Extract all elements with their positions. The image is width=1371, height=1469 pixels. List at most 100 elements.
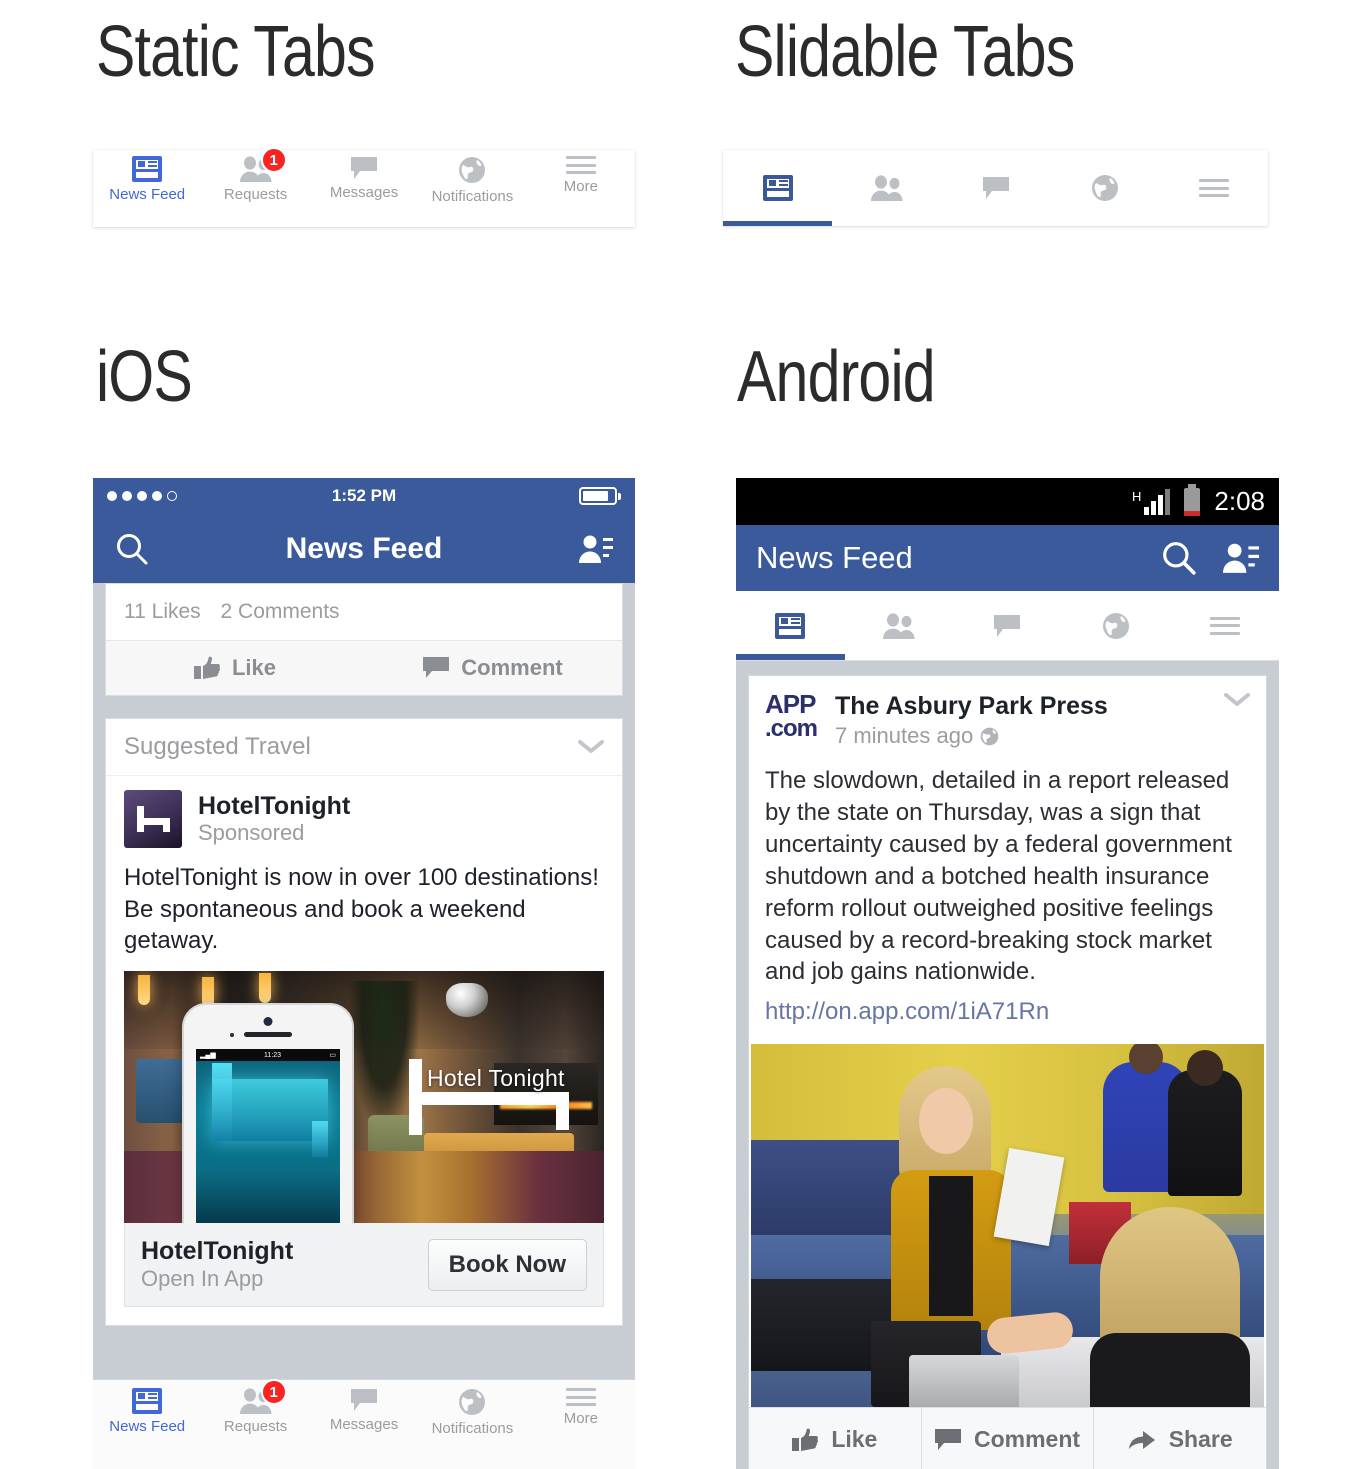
tab-requests[interactable]: 1 Requests — [201, 1379, 309, 1435]
logo-line-2: .com — [765, 715, 818, 742]
signal-strength-icon — [107, 491, 227, 501]
nav-title: News Feed — [285, 531, 443, 565]
share-button[interactable]: Share — [1093, 1408, 1266, 1469]
chevron-down-icon[interactable] — [1224, 692, 1250, 708]
share-arrow-icon — [1128, 1430, 1155, 1449]
tab-notifications[interactable]: Notifications — [418, 150, 526, 205]
chevron-down-icon[interactable] — [578, 739, 604, 755]
like-button[interactable]: Like — [749, 1408, 921, 1469]
post-photo[interactable] — [751, 1044, 1264, 1408]
like-label: Like — [231, 655, 277, 680]
tab-more[interactable]: More — [527, 150, 635, 195]
slidable-tabbar-demo — [723, 150, 1268, 226]
advertiser-name[interactable]: HotelTonight — [198, 792, 350, 821]
globe-privacy-icon — [980, 727, 999, 745]
comment-icon — [934, 1428, 961, 1450]
tab-more[interactable]: More — [527, 1388, 635, 1427]
tab-label: News Feed — [109, 1418, 186, 1435]
thumbs-up-icon — [193, 656, 220, 679]
android-feed[interactable]: APP .com The Asbury Park Press 7 minutes… — [736, 661, 1279, 1469]
suggested-header: Suggested Travel — [106, 719, 622, 776]
phone-in-photo: ▂▄▆ 11:23 ▭ — [184, 1005, 352, 1224]
battery-icon — [501, 487, 621, 505]
android-status-bar: H 2:08 — [736, 478, 1279, 525]
photo-phone-time: 11:23 — [264, 1051, 282, 1059]
action-label: Comment — [973, 1426, 1081, 1453]
search-icon[interactable] — [115, 532, 149, 566]
tab-messages[interactable] — [941, 150, 1050, 226]
tab-row — [723, 150, 1268, 226]
like-button[interactable]: Like — [106, 655, 364, 681]
friend-requests-icon[interactable] — [579, 534, 613, 564]
friend-requests-icon — [882, 612, 915, 639]
post-timestamp: 7 minutes ago — [835, 723, 974, 748]
photo-figure-recruiter — [891, 1066, 1011, 1346]
suggested-travel-card: Suggested Travel HotelTonight Sponsored … — [105, 718, 623, 1327]
friend-requests-icon[interactable] — [1223, 542, 1259, 574]
photo-phone-battery: ▭ — [329, 1052, 336, 1060]
ios-feed[interactable]: 11 Likes 2 Comments Like Comment Suggest… — [93, 583, 635, 1372]
battery-icon — [1184, 483, 1201, 516]
tab-requests[interactable] — [845, 591, 954, 660]
ad-footer: HotelTonight Open In App Book Now — [124, 1223, 604, 1308]
tab-notifications[interactable] — [1050, 150, 1159, 226]
hotel-tonight-sign-text: Hotel Tonight — [427, 1065, 565, 1092]
comment-icon — [423, 657, 450, 678]
post-meta: 7 minutes ago — [835, 723, 1210, 749]
comment-label: Comment — [461, 655, 563, 680]
tab-messages[interactable]: Messages — [310, 1388, 418, 1433]
tab-row: News Feed 1 Requests Messages Notificati… — [93, 147, 635, 227]
like-comment-bar: Like Comment — [106, 641, 622, 695]
post-author[interactable]: The Asbury Park Press — [835, 692, 1210, 721]
news-feed-icon — [132, 1388, 163, 1414]
tab-label: More — [563, 178, 598, 195]
tab-label: Requests — [223, 1418, 288, 1435]
tab-news-feed[interactable] — [736, 591, 845, 660]
tab-label: Notifications — [431, 188, 514, 205]
ad-body-text: HotelTonight is now in over 100 destinat… — [124, 864, 599, 955]
tab-more[interactable] — [1170, 591, 1279, 660]
suggested-title: Suggested Travel — [124, 733, 311, 760]
hamburger-more-icon — [1209, 616, 1240, 635]
globe-notifications-icon — [459, 1389, 486, 1415]
tab-messages[interactable]: Messages — [310, 150, 418, 201]
globe-notifications-icon — [1103, 612, 1130, 639]
comment-button[interactable]: Comment — [364, 655, 622, 681]
tab-news-feed[interactable]: News Feed — [93, 1388, 201, 1435]
poster-canvas: Static Tabs Slidable Tabs iOS Android Ne… — [0, 0, 1371, 1469]
hamburger-more-icon — [565, 156, 596, 174]
tab-notifications[interactable]: Notifications — [418, 1388, 526, 1437]
likes-comments-row[interactable]: 11 Likes 2 Comments — [106, 584, 622, 641]
tab-requests[interactable]: 1 Requests — [201, 147, 309, 203]
ad-photo[interactable]: ▂▄▆ 11:23 ▭ Hotel Tonight — [124, 971, 604, 1224]
tab-news-feed[interactable] — [723, 150, 832, 226]
post-action-bar: Like Comment Share — [749, 1407, 1266, 1469]
tab-more[interactable] — [1159, 150, 1268, 226]
tab-requests[interactable] — [832, 150, 941, 226]
news-feed-icon — [762, 175, 793, 201]
sponsored-label: Sponsored — [198, 820, 305, 846]
post-link[interactable]: http://on.app.com/1iA71Rn — [749, 992, 1266, 1044]
tab-news-feed[interactable]: News Feed — [93, 150, 201, 203]
ios-status-bar: 1:52 PM — [93, 478, 635, 514]
photo-phone-signal: ▂▄▆ — [200, 1052, 216, 1060]
hamburger-more-icon — [565, 1388, 596, 1406]
action-label: Share — [1168, 1426, 1233, 1453]
page-title-android: Android — [737, 337, 936, 417]
tab-label: Requests — [223, 186, 288, 203]
page-title-ios: iOS — [96, 337, 193, 417]
book-now-button[interactable]: Book Now — [427, 1238, 587, 1291]
android-phone-mockup: H 2:08 News Feed APP .com The Asbury Par… — [736, 478, 1279, 1469]
tab-notifications[interactable] — [1062, 591, 1171, 660]
comment-button[interactable]: Comment — [920, 1408, 1094, 1469]
messages-icon — [351, 1389, 378, 1411]
likes-count: 11 Likes — [124, 600, 201, 623]
tab-label: Messages — [329, 184, 399, 201]
search-icon[interactable] — [1161, 540, 1197, 576]
hamburger-more-icon — [1198, 179, 1229, 197]
status-time: 2:08 — [1214, 486, 1265, 516]
requests-badge: 1 — [260, 1379, 287, 1405]
network-type-label: H — [1132, 488, 1142, 504]
tab-messages[interactable] — [953, 591, 1062, 660]
ios-phone-mockup: 1:52 PM News Feed 11 Likes 2 Comments Li… — [93, 478, 635, 1469]
